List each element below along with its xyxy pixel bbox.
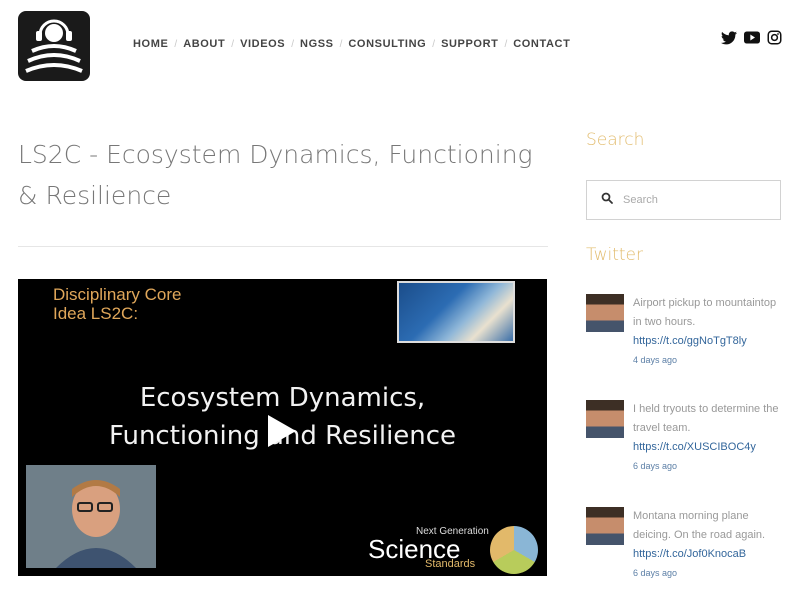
tweet-text: I held tryouts to determine the travel t… [633,403,779,434]
tweet-link[interactable]: https://t.co/Jof0KnocaB [633,545,785,564]
video-headline-line1: Ecosystem Dynamics, [139,383,426,413]
ngss-logo: Next Generation Science Standards [368,526,538,574]
avatar[interactable] [586,400,624,438]
nav-separator: / [339,38,343,50]
search-box[interactable] [586,180,781,220]
tweet-text: Airport pickup to mountaintop in two hou… [633,297,777,328]
social-links [721,30,782,50]
avatar[interactable] [586,294,624,332]
post-title: LS2C - Ecosystem Dynamics, Functioning &… [18,140,533,210]
tweet-time[interactable]: 4 days ago [633,351,785,369]
nav-home[interactable]: HOME [133,38,168,50]
nav-separator: / [231,38,235,50]
nav-separator: / [174,38,178,50]
nav-separator: / [291,38,295,50]
nav-separator: / [504,38,508,50]
tweet-text: Montana morning plane deicing. On the ro… [633,510,766,541]
ngss-pie-icon [490,526,538,574]
youtube-icon[interactable] [744,31,760,49]
main-nav: HOME / ABOUT / VIDEOS / NGSS / CONSULTIN… [133,38,570,50]
video-label-line1: Disciplinary Core [53,285,182,304]
video-player[interactable]: Disciplinary Core Idea LS2C: Ecosystem D… [18,279,547,576]
tweet-link[interactable]: https://t.co/XUSCIBOC4y [633,438,785,457]
presenter-thumbnail [26,465,156,568]
twitter-heading: Twitter [586,245,643,265]
avatar[interactable] [586,507,624,545]
video-label-line2: Idea LS2C: [53,304,139,323]
ngss-bottom-label: Standards [425,558,476,570]
nav-videos[interactable]: VIDEOS [240,38,285,50]
title-divider [18,246,548,247]
nav-separator: / [432,38,436,50]
nav-contact[interactable]: CONTACT [513,38,570,50]
nav-support[interactable]: SUPPORT [441,38,498,50]
nav-about[interactable]: ABOUT [183,38,225,50]
search-heading: Search [586,130,645,150]
coral-reef-image [397,281,515,343]
tweet-time[interactable]: 6 days ago [633,564,785,582]
headphones-logo-icon [25,19,83,73]
nav-consulting[interactable]: CONSULTING [348,38,426,50]
tweet-time[interactable]: 6 days ago [633,457,785,475]
site-logo[interactable] [18,11,90,81]
nav-ngss[interactable]: NGSS [300,38,334,50]
tweet-link[interactable]: https://t.co/ggNoTgT8ly [633,332,785,351]
search-input[interactable] [623,194,773,206]
play-icon[interactable] [268,415,296,447]
search-icon [601,191,613,209]
video-core-idea-label: Disciplinary Core Idea LS2C: [53,285,181,323]
twitter-icon[interactable] [721,30,737,50]
instagram-icon[interactable] [767,30,782,50]
